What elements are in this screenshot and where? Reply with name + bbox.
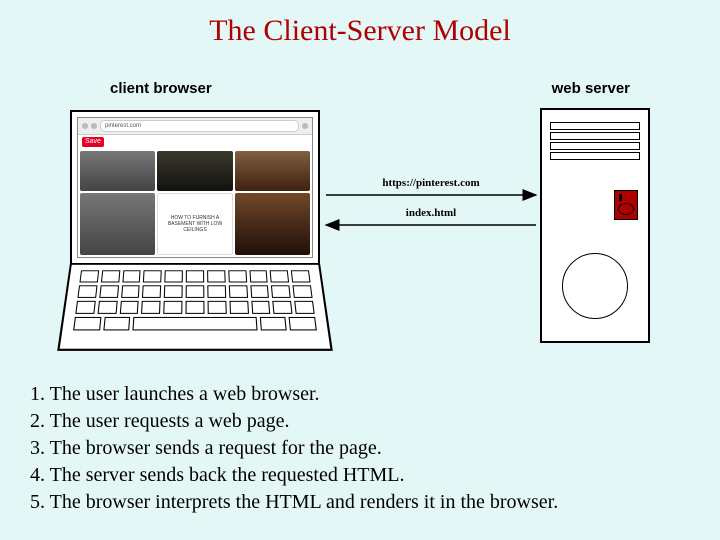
step-item: 2. The user requests a web page.	[30, 408, 700, 435]
step-item: 5. The browser interprets the HTML and r…	[30, 489, 700, 516]
step-item: 3. The browser sends a request for the p…	[30, 435, 700, 462]
request-label: https://pinterest.com	[326, 177, 536, 189]
steps-list: 1. The user launches a web browser. 2. T…	[30, 381, 700, 516]
response-label: index.html	[326, 207, 536, 219]
step-item: 4. The server sends back the requested H…	[30, 462, 700, 489]
step-item: 1. The user launches a web browser.	[30, 381, 700, 408]
